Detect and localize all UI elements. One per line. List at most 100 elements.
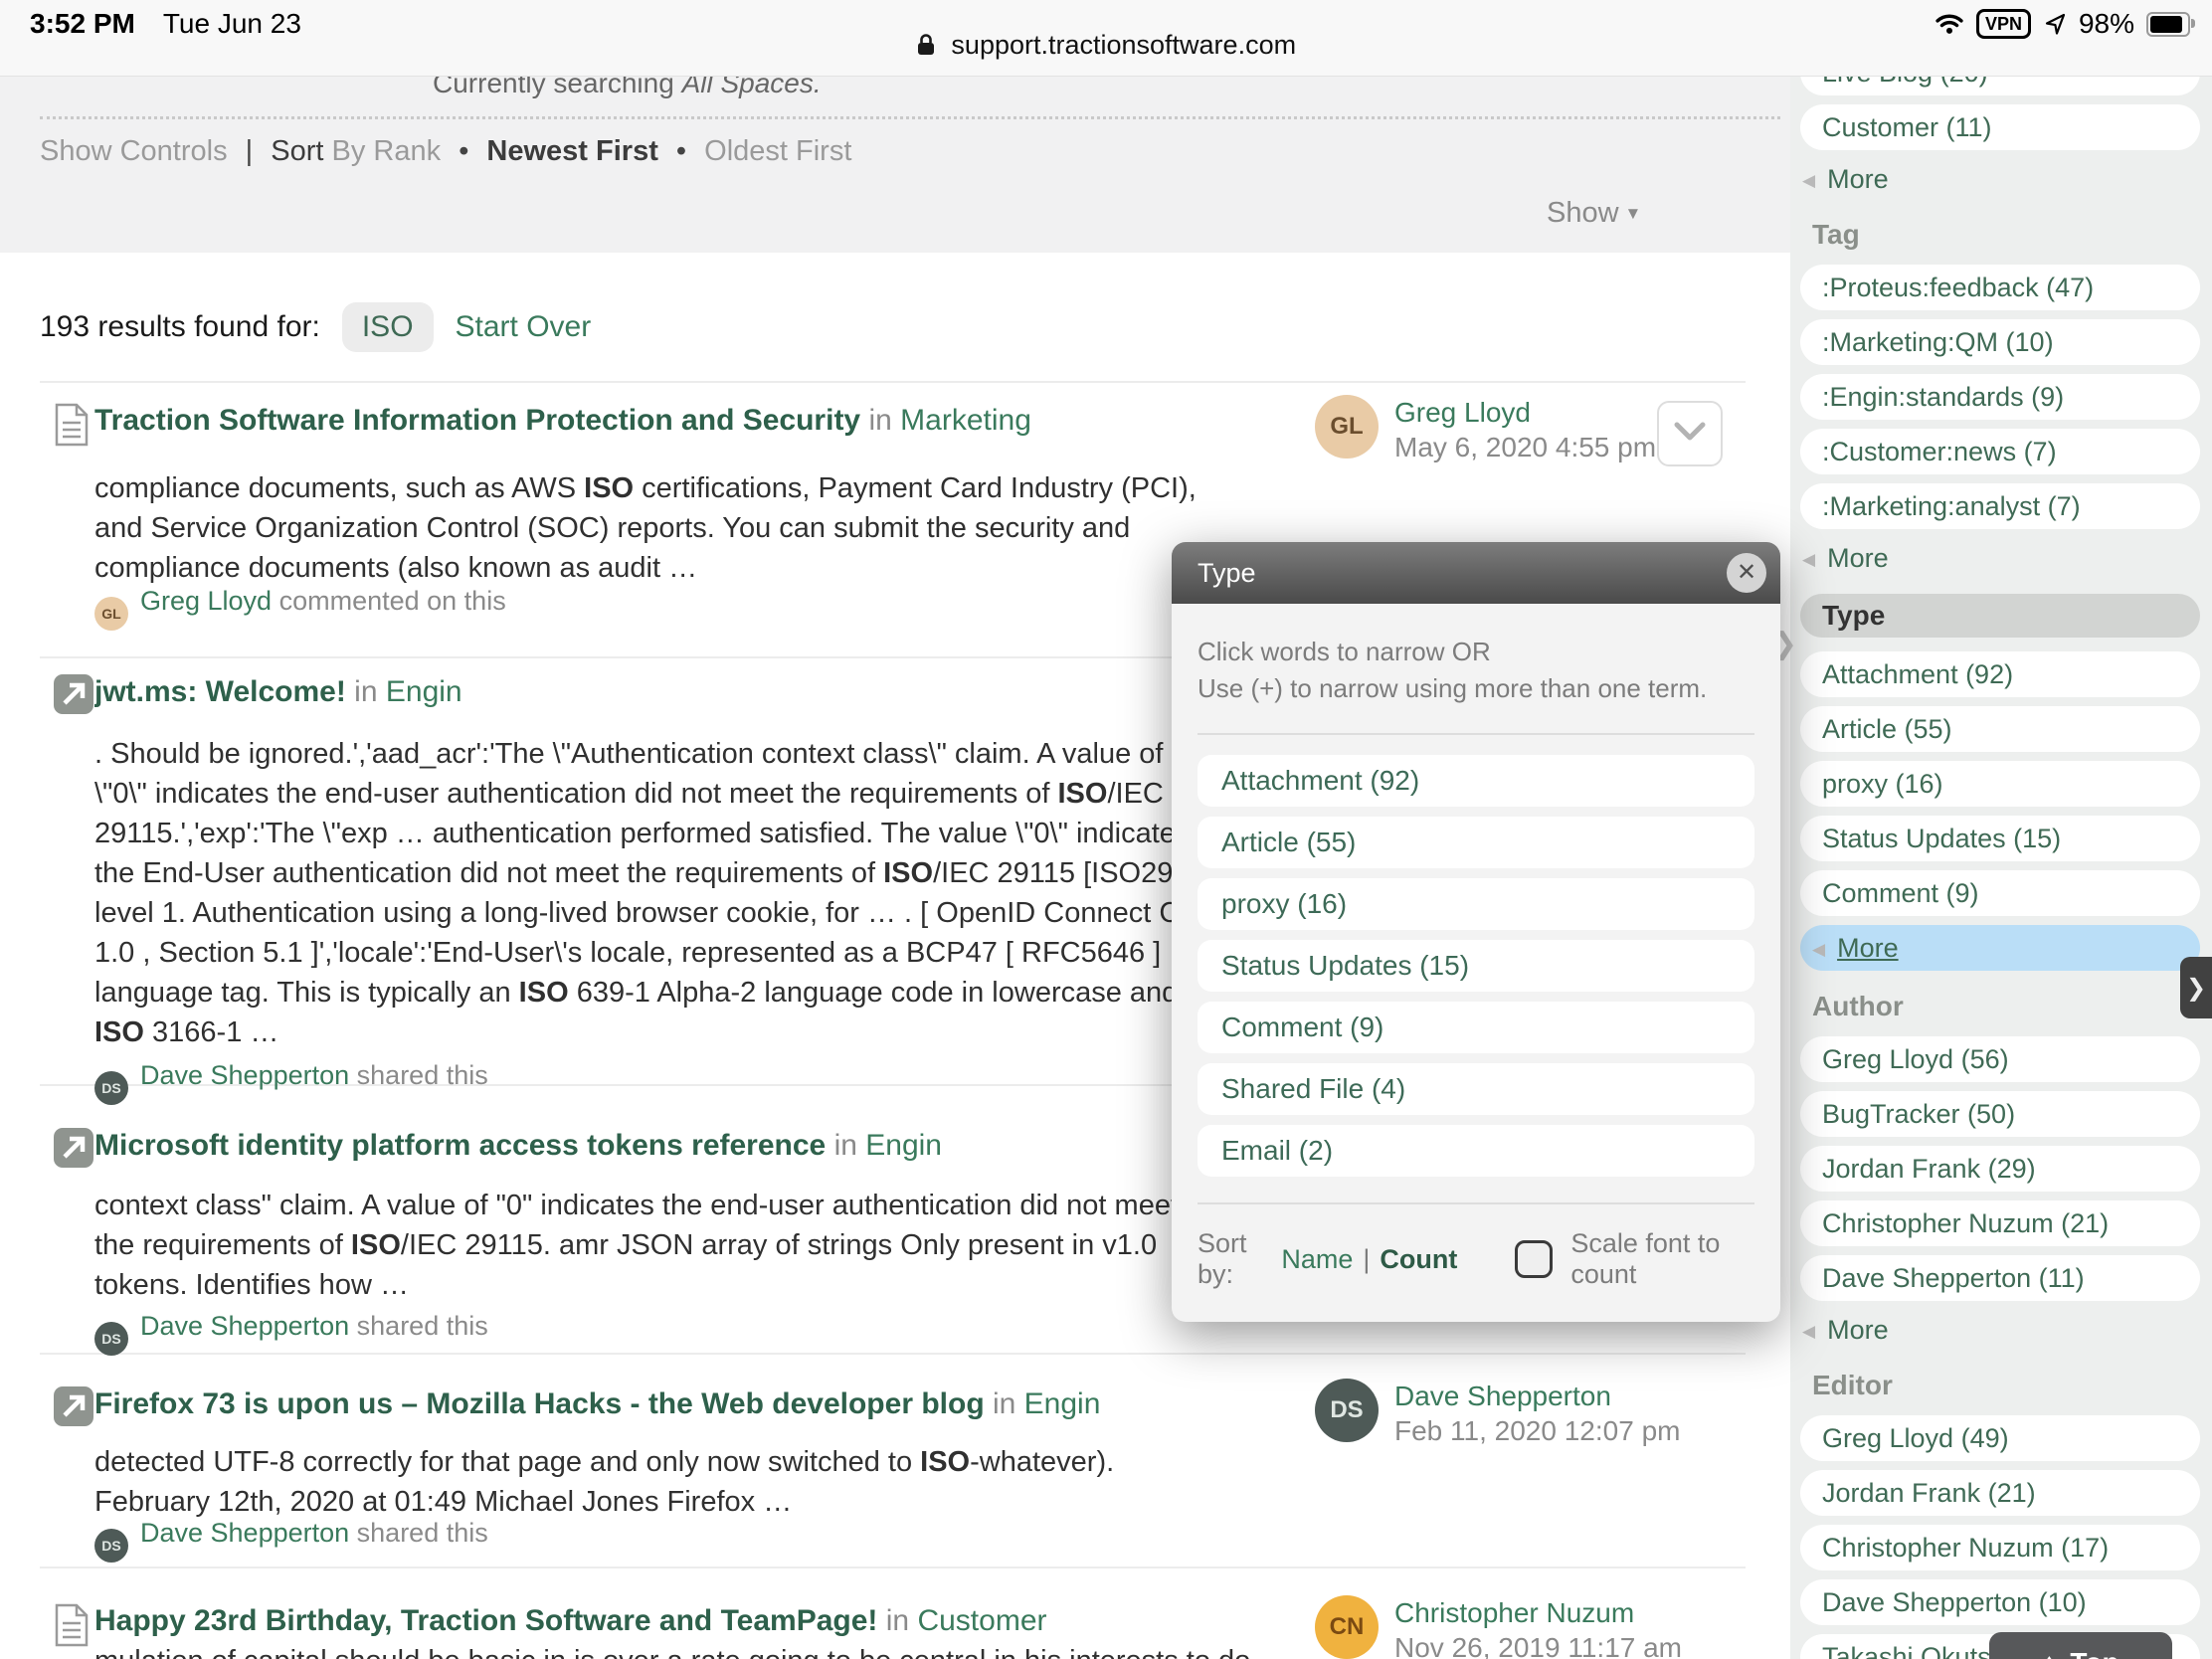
facet-pill[interactable]: Live Blog (20) bbox=[1800, 76, 2200, 95]
document-icon bbox=[54, 1603, 90, 1652]
popup-header[interactable]: Type ✕ bbox=[1172, 542, 1780, 604]
popup-type-item[interactable]: Email (2) bbox=[1198, 1125, 1754, 1177]
result-footer: GLGreg Lloyd commented on this bbox=[94, 586, 506, 631]
facet-pill[interactable]: Greg Lloyd (49) bbox=[1800, 1415, 2200, 1461]
facet-pill[interactable]: Jordan Frank (29) bbox=[1800, 1146, 2200, 1192]
more-link[interactable]: ◀More bbox=[1802, 538, 2200, 578]
avatar: DS bbox=[1315, 1379, 1379, 1442]
facet-pill[interactable]: proxy (16) bbox=[1800, 761, 2200, 807]
facet-pill[interactable]: Greg Lloyd (56) bbox=[1800, 1036, 2200, 1082]
vpn-badge: VPN bbox=[1976, 9, 2031, 39]
sort-oldest-first-link[interactable]: Oldest First bbox=[704, 135, 851, 167]
popup-type-item[interactable]: Comment (9) bbox=[1198, 1002, 1754, 1053]
footer-author-link[interactable]: Dave Shepperton bbox=[140, 1060, 349, 1090]
more-label: More bbox=[1827, 164, 1889, 194]
more-link[interactable]: ◀More bbox=[1800, 925, 2200, 971]
wifi-icon bbox=[1935, 12, 1964, 36]
facet-pill[interactable]: Status Updates (15) bbox=[1800, 816, 2200, 861]
popup-item-list: Attachment (92) Article (55) proxy (16) Sta… bbox=[1198, 755, 1754, 1177]
facet-pill[interactable]: Dave Shepperton (10) bbox=[1800, 1579, 2200, 1625]
footer-author-link[interactable]: Dave Shepperton bbox=[140, 1518, 349, 1548]
result-title-row[interactable]: Firefox 73 is upon us – Mozilla Hacks - … bbox=[94, 1384, 1328, 1424]
result-space-link[interactable]: Customer bbox=[917, 1604, 1046, 1637]
result-footer: DSDave Shepperton shared this bbox=[94, 1060, 488, 1105]
sort-by-name-link[interactable]: Name bbox=[1281, 1244, 1353, 1275]
result-space-link[interactable]: Engin bbox=[865, 1129, 942, 1162]
footer-author-link[interactable]: Greg Lloyd bbox=[140, 586, 272, 616]
scroll-top-button[interactable]: ↑ Top bbox=[1989, 1632, 2172, 1659]
external-link-icon bbox=[54, 1128, 93, 1168]
chevron-left-icon: ◀ bbox=[1812, 940, 1825, 959]
arrow-up-icon: ↑ bbox=[2042, 1647, 2056, 1659]
facet-pill[interactable]: Customer (11) bbox=[1800, 104, 2200, 150]
facet-pill[interactable]: Attachment (92) bbox=[1800, 651, 2200, 697]
location-icon bbox=[2043, 12, 2067, 36]
result-title[interactable]: jwt.ms: Welcome! bbox=[94, 675, 346, 708]
facet-pill[interactable]: :Engin:standards (9) bbox=[1800, 374, 2200, 420]
screen: 3:52 PMTue Jun 23 support.tractionsoftwa… bbox=[0, 0, 2212, 1659]
result-title-row[interactable]: Microsoft identity platform access token… bbox=[94, 1126, 1328, 1166]
result-title[interactable]: Traction Software Information Protection… bbox=[94, 404, 860, 437]
facet-pill[interactable]: Comment (9) bbox=[1800, 870, 2200, 916]
result-space-link[interactable]: Marketing bbox=[900, 404, 1031, 437]
query-chip[interactable]: ISO bbox=[342, 302, 434, 352]
result-space-link[interactable]: Engin bbox=[386, 675, 462, 708]
sidebar-section-header: Author bbox=[1812, 991, 2200, 1022]
external-link-icon bbox=[54, 674, 93, 714]
result-title-row[interactable]: Happy 23rd Birthday, Traction Software a… bbox=[94, 1601, 1328, 1641]
close-icon[interactable]: ✕ bbox=[1727, 553, 1766, 593]
sort-by-count-link[interactable]: Count bbox=[1380, 1244, 1457, 1275]
facet-pill[interactable]: :Proteus:feedback (47) bbox=[1800, 265, 2200, 310]
facet-pill[interactable]: Dave Shepperton (11) bbox=[1800, 1255, 2200, 1301]
facet-pill[interactable]: Article (55) bbox=[1800, 706, 2200, 752]
facet-pill[interactable]: Jordan Frank (21) bbox=[1800, 1470, 2200, 1516]
facet-pill[interactable]: :Marketing:QM (10) bbox=[1800, 319, 2200, 365]
popup-body: Click words to narrow ORUse (+) to narro… bbox=[1172, 604, 1780, 1322]
facet-pill[interactable]: :Customer:news (7) bbox=[1800, 429, 2200, 474]
more-link[interactable]: ◀More bbox=[1802, 1310, 2200, 1350]
scale-font-label: Scale font to count bbox=[1570, 1228, 1754, 1290]
sort-by-rank-link[interactable]: By Rank bbox=[332, 135, 442, 167]
result-menu-button[interactable] bbox=[1657, 401, 1723, 466]
ios-status-bar: 3:52 PMTue Jun 23 support.tractionsoftwa… bbox=[0, 0, 2212, 77]
result-title-row[interactable]: jwt.ms: Welcome! in Engin bbox=[94, 672, 1328, 712]
chevron-left-icon: ◀ bbox=[1802, 550, 1815, 569]
popup-type-item[interactable]: Article (55) bbox=[1198, 817, 1754, 868]
popup-type-item[interactable]: Attachment (92) bbox=[1198, 755, 1754, 807]
byline-author[interactable]: Christopher Nuzum bbox=[1394, 1595, 1682, 1631]
footer-action: commented on this bbox=[272, 586, 506, 616]
footer-author-link[interactable]: Dave Shepperton bbox=[140, 1311, 349, 1341]
facet-pill[interactable]: :Marketing:analyst (7) bbox=[1800, 483, 2200, 529]
facet-pill[interactable]: BugTracker (50) bbox=[1800, 1091, 2200, 1137]
byline-author[interactable]: Dave Shepperton bbox=[1394, 1379, 1680, 1414]
sidebar-section-header[interactable]: Type bbox=[1800, 594, 2200, 638]
result-title[interactable]: Happy 23rd Birthday, Traction Software a… bbox=[94, 1604, 877, 1637]
popup-title: Type bbox=[1198, 558, 1256, 588]
start-over-link[interactable]: Start Over bbox=[456, 310, 592, 343]
result-title[interactable]: Firefox 73 is upon us – Mozilla Hacks - … bbox=[94, 1387, 985, 1420]
sidebar-section: Live Blog (20) Customer (11) ◀More bbox=[1800, 76, 2200, 199]
safari-url-bar[interactable]: support.tractionsoftware.com bbox=[0, 30, 2212, 61]
popup-type-item[interactable]: proxy (16) bbox=[1198, 878, 1754, 930]
sort-newest-first-link[interactable]: Newest First bbox=[486, 135, 657, 167]
result-footer: DSDave Shepperton shared this bbox=[94, 1311, 488, 1356]
result-title-row[interactable]: Traction Software Information Protection… bbox=[94, 401, 1328, 441]
sidebar-section-header: Editor bbox=[1812, 1370, 2200, 1401]
more-link[interactable]: ◀More bbox=[1802, 159, 2200, 199]
facet-pill[interactable]: Christopher Nuzum (21) bbox=[1800, 1200, 2200, 1246]
popup-type-item[interactable]: Shared File (4) bbox=[1198, 1063, 1754, 1115]
show-controls-link[interactable]: Show Controls bbox=[40, 135, 228, 167]
popup-type-item[interactable]: Status Updates (15) bbox=[1198, 940, 1754, 992]
sort-controls: Show Controls | Sort By Rank • Newest Fi… bbox=[40, 135, 851, 168]
sidebar-collapse-tab[interactable]: ❯ bbox=[2180, 957, 2212, 1018]
show-dropdown[interactable]: Show▼ bbox=[1547, 197, 1641, 230]
result-title[interactable]: Microsoft identity platform access token… bbox=[94, 1129, 826, 1162]
document-icon bbox=[54, 403, 90, 452]
byline-date: May 6, 2020 4:55 pm bbox=[1394, 431, 1656, 464]
byline-author[interactable]: Greg Lloyd bbox=[1394, 395, 1656, 431]
facet-pill[interactable]: Christopher Nuzum (17) bbox=[1800, 1525, 2200, 1570]
results-count-row: 193 results found for:ISOStart Over bbox=[40, 302, 591, 352]
scale-font-checkbox[interactable] bbox=[1515, 1240, 1553, 1278]
result-space-link[interactable]: Engin bbox=[1024, 1387, 1101, 1420]
battery-percent: 98% bbox=[2079, 8, 2134, 40]
